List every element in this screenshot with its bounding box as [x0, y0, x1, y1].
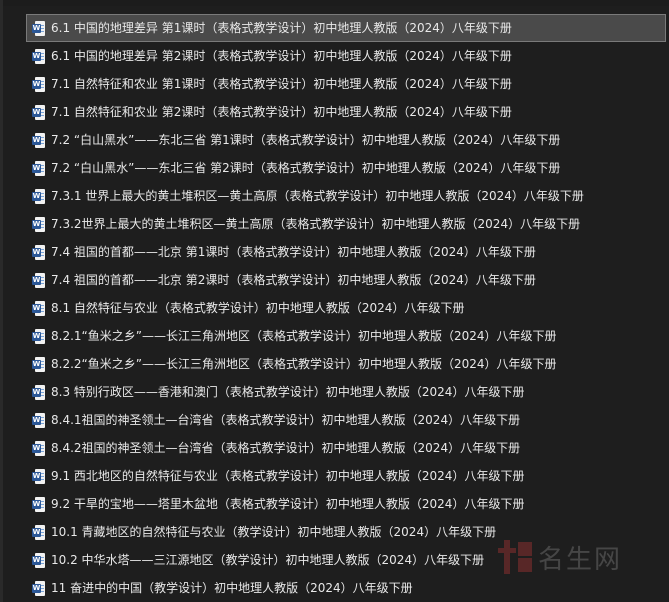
file-row[interactable]: W 10.1 青藏地区的自然特征与农业（教学设计）初中地理人教版（2024）八年级… [26, 518, 666, 546]
file-row[interactable]: W 9.2 干旱的宝地——塔里木盆地（表格式教学设计）初中地理人教版（2024）八… [26, 490, 666, 518]
word-document-icon: W [32, 384, 45, 400]
file-row[interactable]: W 7.2 “白山黑水”——东北三省 第2课时（表格式教学设计）初中地理人教版（2… [26, 154, 666, 182]
file-list: W 6.1 中国的地理差异 第1课时（表格式教学设计）初中地理人教版（2024）八… [26, 14, 666, 602]
word-document-icon: W [32, 328, 45, 344]
file-row[interactable]: W 8.2.2“鱼米之乡”——长江三角洲地区（表格式教学设计）初中地理人教版（20… [26, 350, 666, 378]
file-row[interactable]: W 11 奋进中的中国（教学设计）初中地理人教版（2024）八年级下册 [26, 574, 666, 602]
word-document-icon: W [32, 104, 45, 120]
file-name: 7.3.2世界上最大的黄土堆积区—黄土高原（表格式教学设计）初中地理人教版（20… [51, 217, 581, 231]
file-row[interactable]: W 8.1 自然特征与农业（表格式教学设计）初中地理人教版（2024）八年级下册 [26, 294, 666, 322]
file-name: 9.1 西北地区的自然特征与农业（表格式教学设计）初中地理人教版（2024）八年… [51, 469, 525, 483]
file-row[interactable]: W 8.4.2祖国的神圣领土—台湾省（表格式教学设计）初中地理人教版（2024）八… [26, 434, 666, 462]
word-document-icon: W [32, 440, 45, 456]
file-name: 6.1 中国的地理差异 第1课时（表格式教学设计）初中地理人教版（2024）八年… [51, 21, 512, 35]
file-row[interactable]: W 8.2.1“鱼米之乡”——长江三角洲地区（表格式教学设计）初中地理人教版（20… [26, 322, 666, 350]
word-document-icon: W [32, 524, 45, 540]
file-name: 8.1 自然特征与农业（表格式教学设计）初中地理人教版（2024）八年级下册 [51, 301, 465, 315]
word-document-icon: W [32, 552, 45, 568]
word-document-icon: W [32, 216, 45, 232]
word-document-icon: W [32, 48, 45, 64]
word-document-icon: W [32, 580, 45, 596]
file-name: 10.1 青藏地区的自然特征与农业（教学设计）初中地理人教版（2024）八年级下… [51, 525, 497, 539]
file-name: 8.2.2“鱼米之乡”——长江三角洲地区（表格式教学设计）初中地理人教版（202… [51, 357, 557, 371]
word-document-icon: W [32, 244, 45, 260]
file-row[interactable]: W 7.3.2世界上最大的黄土堆积区—黄土高原（表格式教学设计）初中地理人教版（2… [26, 210, 666, 238]
word-document-icon: W [32, 356, 45, 372]
file-name: 8.2.1“鱼米之乡”——长江三角洲地区（表格式教学设计）初中地理人教版（202… [51, 329, 557, 343]
file-name: 7.4 祖国的首都——北京 第1课时（表格式教学设计）初中地理人教版（2024）… [51, 245, 536, 259]
file-name: 8.4.2祖国的神圣领土—台湾省（表格式教学设计）初中地理人教版（2024）八年… [51, 441, 521, 455]
file-row[interactable]: W 7.1 自然特征和农业 第2课时（表格式教学设计）初中地理人教版（2024）八… [26, 98, 666, 126]
file-name: 11 奋进中的中国（教学设计）初中地理人教版（2024）八年级下册 [51, 581, 413, 595]
file-name: 6.1 中国的地理差异 第2课时（表格式教学设计）初中地理人教版（2024）八年… [51, 49, 512, 63]
file-row[interactable]: W 9.1 西北地区的自然特征与农业（表格式教学设计）初中地理人教版（2024）八… [26, 462, 666, 490]
word-document-icon: W [32, 468, 45, 484]
file-row[interactable]: W 7.2 “白山黑水”——东北三省 第1课时（表格式教学设计）初中地理人教版（2… [26, 126, 666, 154]
file-name: 9.2 干旱的宝地——塔里木盆地（表格式教学设计）初中地理人教版（2024）八年… [51, 497, 525, 511]
file-row[interactable]: W 8.4.1祖国的神圣领土—台湾省（表格式教学设计）初中地理人教版（2024）八… [26, 406, 666, 434]
word-document-icon: W [32, 496, 45, 512]
word-document-icon: W [32, 412, 45, 428]
word-document-icon: W [32, 20, 45, 36]
word-document-icon: W [32, 76, 45, 92]
file-explorer-pane: W 6.1 中国的地理差异 第1课时（表格式教学设计）初中地理人教版（2024）八… [0, 0, 669, 602]
file-name: 8.3 特别行政区——香港和澳门（表格式教学设计）初中地理人教版（2024）八年… [51, 385, 525, 399]
word-document-icon: W [32, 132, 45, 148]
file-row[interactable]: W 7.3.1 世界上最大的黄土堆积区—黄土高原（表格式教学设计）初中地理人教版（… [26, 182, 666, 210]
word-document-icon: W [32, 188, 45, 204]
pane-left-border [0, 0, 3, 602]
file-name: 8.4.1祖国的神圣领土—台湾省（表格式教学设计）初中地理人教版（2024）八年… [51, 413, 521, 427]
file-name: 7.4 祖国的首都——北京 第2课时（表格式教学设计）初中地理人教版（2024）… [51, 273, 536, 287]
word-document-icon: W [32, 300, 45, 316]
file-name: 7.1 自然特征和农业 第1课时（表格式教学设计）初中地理人教版（2024）八年… [51, 77, 512, 91]
file-row[interactable]: W 6.1 中国的地理差异 第2课时（表格式教学设计）初中地理人教版（2024）八… [26, 42, 666, 70]
word-document-icon: W [32, 272, 45, 288]
file-row[interactable]: W 7.1 自然特征和农业 第1课时（表格式教学设计）初中地理人教版（2024）八… [26, 70, 666, 98]
file-row[interactable]: W 7.4 祖国的首都——北京 第1课时（表格式教学设计）初中地理人教版（2024… [26, 238, 666, 266]
file-row[interactable]: W 7.4 祖国的首都——北京 第2课时（表格式教学设计）初中地理人教版（2024… [26, 266, 666, 294]
file-row[interactable]: W 10.2 中华水塔——三江源地区（教学设计）初中地理人教版（2024）八年级下… [26, 546, 666, 574]
word-document-icon: W [32, 160, 45, 176]
file-row[interactable]: W 6.1 中国的地理差异 第1课时（表格式教学设计）初中地理人教版（2024）八… [26, 14, 666, 42]
file-name: 7.2 “白山黑水”——东北三省 第2课时（表格式教学设计）初中地理人教版（20… [51, 161, 561, 175]
file-name: 7.1 自然特征和农业 第2课时（表格式教学设计）初中地理人教版（2024）八年… [51, 105, 512, 119]
file-name: 7.3.1 世界上最大的黄土堆积区—黄土高原（表格式教学设计）初中地理人教版（2… [51, 189, 584, 203]
top-strip [0, 0, 669, 6]
file-name: 10.2 中华水塔——三江源地区（教学设计）初中地理人教版（2024）八年级下册 [51, 553, 485, 567]
file-name: 7.2 “白山黑水”——东北三省 第1课时（表格式教学设计）初中地理人教版（20… [51, 133, 561, 147]
file-row[interactable]: W 8.3 特别行政区——香港和澳门（表格式教学设计）初中地理人教版（2024）八… [26, 378, 666, 406]
